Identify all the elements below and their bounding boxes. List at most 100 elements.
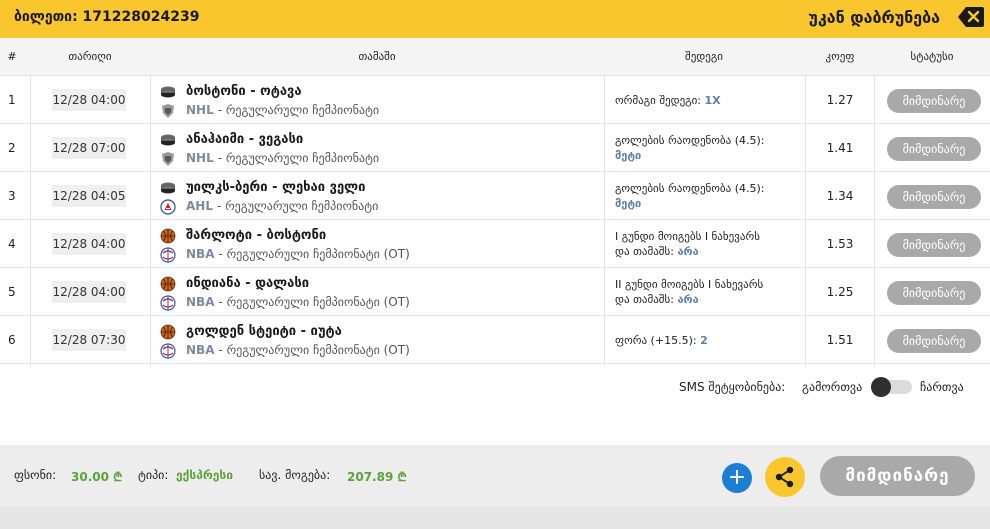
coefficient: 1.25	[826, 285, 854, 299]
league-name: NHL - რეგულარული ჩემპიონატი	[186, 151, 380, 165]
status-badge[interactable]: მიმდინარე	[887, 89, 981, 113]
basketball-icon	[160, 276, 176, 292]
column-divider	[150, 76, 151, 366]
league-name: NHL - რეგულარული ჩემპიონატი	[186, 103, 380, 117]
ticket-number: ბილეთი: 171228024239	[14, 9, 200, 25]
type-label: ტიპი:	[138, 468, 169, 482]
table-header: # თარიღი თამაში შედეგი კოეფ სტატუსი	[0, 38, 990, 76]
nba-logo-icon	[160, 247, 176, 263]
match-date: 12/28 07:30	[52, 329, 126, 351]
bet-result: I გუნდი მოიგებს I ნახევარს და თამაშს: არა	[615, 230, 760, 258]
column-number: #	[7, 50, 17, 63]
share-icon	[775, 466, 794, 488]
result-value: 2	[700, 334, 708, 347]
column-date: თარიღი	[68, 50, 112, 63]
toggle-knob[interactable]	[871, 377, 891, 397]
coefficient: 1.34	[826, 189, 854, 203]
top-bar: ბილეთი: 171228024239 უკან დაბრუნება	[0, 0, 990, 38]
table-row: 1 12/28 04:00 ბოსტონი - ოტავა NHL - რეგულარუ…	[0, 76, 990, 124]
match-date: 12/28 04:05	[52, 185, 126, 207]
basketball-icon	[160, 324, 176, 340]
bet-result: II გუნდი მოიგებს I ნახევარს და თამაშს: არ…	[615, 278, 764, 306]
nba-logo-icon	[160, 343, 176, 359]
back-button[interactable]: უკან დაბრუნება	[808, 8, 940, 27]
coefficient: 1.41	[826, 141, 854, 155]
column-result: შედეგი	[685, 50, 723, 63]
column-divider	[30, 76, 31, 366]
stake-value: 30.00 ₾	[71, 470, 123, 484]
table-row: 2 12/28 07:00 ანაჰაიმი - ვეგასი NHL - რეგულა…	[0, 124, 990, 172]
currency-icon: ₾	[113, 470, 123, 484]
share-button[interactable]	[765, 457, 805, 497]
column-coef: კოეფ	[825, 50, 855, 63]
column-divider	[874, 76, 875, 366]
coefficient: 1.51	[826, 333, 854, 347]
match-name[interactable]: გოლდენ სტეიტი - იუტა	[186, 324, 342, 339]
status-badge[interactable]: მიმდინარე	[887, 233, 981, 257]
match-name[interactable]: ინდიანა - დალასი	[186, 276, 309, 291]
sms-label: SMS შეტყობინება:	[679, 380, 786, 394]
result-value: 1X	[704, 94, 721, 107]
league-name: NBA - რეგულარული ჩემპიონატი (OT)	[186, 247, 410, 261]
match-date: 12/28 04:00	[52, 89, 126, 111]
match-date: 12/28 07:00	[52, 137, 126, 159]
nhl-logo-icon	[160, 103, 176, 119]
status-badge[interactable]: მიმდინარე	[887, 185, 981, 209]
close-icon[interactable]	[958, 6, 984, 28]
add-button[interactable]: +	[722, 463, 752, 493]
match-date: 12/28 04:00	[52, 233, 126, 255]
column-divider	[604, 76, 605, 366]
match-name[interactable]: ანაჰაიმი - ვეგასი	[186, 132, 303, 147]
sms-off-label[interactable]: გამორთვა	[802, 380, 862, 394]
table-row: 4 12/28 04:00 შარლოტი - ბოსტონი NBA - რეგულა…	[0, 220, 990, 268]
nba-logo-icon	[160, 295, 176, 311]
bet-result: ორმაგი შედეგი: 1X	[615, 94, 721, 107]
table-row: 5 12/28 04:00 ინდიანა - დალასი NBA - რეგულარ…	[0, 268, 990, 316]
match-date: 12/28 04:00	[52, 281, 126, 303]
table-row: 6 12/28 07:30 გოლდენ სტეიტი - იუტა NBA - რეგ…	[0, 316, 990, 364]
match-name[interactable]: უილკს-ბერი - ლეხაი ველი	[186, 180, 365, 195]
ahl-logo-icon	[160, 199, 176, 215]
basketball-icon	[160, 228, 176, 244]
row-number: 5	[8, 285, 16, 299]
nhl-logo-icon	[160, 151, 176, 167]
row-number: 4	[8, 237, 16, 251]
status-badge[interactable]: მიმდინარე	[887, 281, 981, 305]
column-game: თამაში	[358, 50, 396, 63]
status-badge[interactable]: მიმდინარე	[887, 329, 981, 353]
bet-result: ფორა (+15.5): 2	[615, 334, 708, 347]
league-name: AHL - რეგულარული ჩემპიონატი	[186, 199, 379, 213]
currency-icon: ₾	[397, 470, 407, 484]
result-value: მეტი	[615, 149, 642, 162]
row-number: 2	[8, 141, 16, 155]
hockey-puck-icon	[160, 180, 176, 196]
match-name[interactable]: ბოსტონი - ოტავა	[186, 84, 302, 99]
row-number: 1	[8, 93, 16, 107]
ticket-status-button[interactable]: მიმდინარე	[820, 456, 975, 496]
coefficient: 1.27	[826, 93, 854, 107]
column-status: სტატუსი	[910, 50, 954, 63]
league-name: NBA - რეგულარული ჩემპიონატი (OT)	[186, 295, 410, 309]
table-row: 3 12/28 04:05 უილკს-ბერი - ლეხაი ველი AHL - …	[0, 172, 990, 220]
result-value: არა	[677, 293, 699, 306]
row-number: 6	[8, 333, 16, 347]
bet-result: გოლების რაოდენობა (4.5): მეტი	[615, 182, 765, 210]
bottom-strip	[0, 507, 990, 529]
bet-result: გოლების რაოდენობა (4.5): მეტი	[615, 134, 765, 162]
potential-win-label: სავ. მოგება:	[259, 468, 331, 482]
result-value: არა	[677, 245, 699, 258]
potential-win-value: 207.89 ₾	[347, 470, 407, 484]
coefficient: 1.53	[826, 237, 854, 251]
type-value: ექსპრესი	[176, 468, 233, 482]
league-name: NBA - რეგულარული ჩემპიონატი (OT)	[186, 343, 410, 357]
sms-toggle[interactable]	[871, 377, 912, 397]
hockey-puck-icon	[160, 84, 176, 100]
sms-on-label[interactable]: ჩართვა	[920, 380, 964, 394]
row-number: 3	[8, 189, 16, 203]
column-divider	[805, 76, 806, 366]
hockey-puck-icon	[160, 132, 176, 148]
result-value: მეტი	[615, 197, 642, 210]
match-name[interactable]: შარლოტი - ბოსტონი	[186, 228, 326, 243]
status-badge[interactable]: მიმდინარე	[887, 137, 981, 161]
stake-label: ფსონი:	[14, 468, 57, 482]
